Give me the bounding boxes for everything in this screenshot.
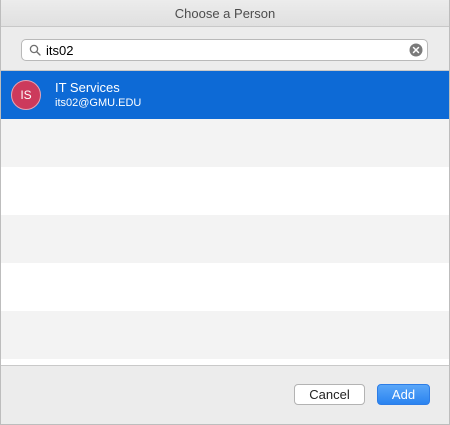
cancel-button[interactable]: Cancel [294,384,365,405]
empty-list-row [1,311,449,359]
add-button[interactable]: Add [377,384,430,405]
people-list[interactable]: IS IT Services its02@GMU.EDU [1,70,449,366]
search-field[interactable] [21,39,428,61]
window-title: Choose a Person [1,0,449,27]
choose-person-dialog: Choose a Person IS IT Services its02@GMU… [0,0,450,425]
empty-list-row [1,119,449,167]
search-input[interactable] [43,41,409,59]
clear-search-icon[interactable] [409,43,423,57]
list-item-selected[interactable]: IS IT Services its02@GMU.EDU [1,71,449,119]
contact-email: its02@GMU.EDU [55,96,142,109]
empty-list-row [1,167,449,215]
empty-list-row [1,215,449,263]
contact-info: IT Services its02@GMU.EDU [55,80,141,111]
search-icon [27,42,43,58]
empty-list-row [1,359,449,365]
contact-name: IT Services [55,79,120,95]
empty-list-row [1,263,449,311]
avatar: IS [11,80,41,110]
